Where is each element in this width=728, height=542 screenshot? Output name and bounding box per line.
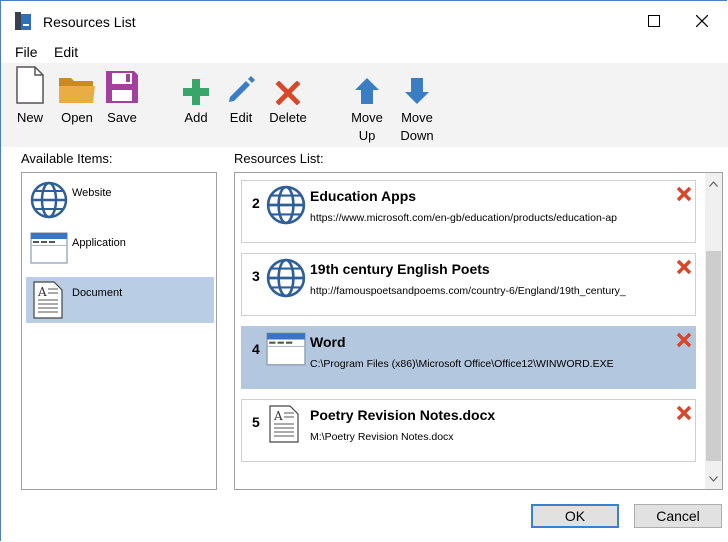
resource-item[interactable]: 3 19th century English Poets http://famo… [241, 253, 696, 316]
new-label: New [16, 110, 43, 125]
ok-button[interactable]: OK [531, 504, 619, 528]
maximize-button[interactable] [631, 1, 677, 41]
app-icon [15, 12, 31, 30]
pencil-icon [229, 76, 255, 102]
resource-number: 4 [252, 341, 260, 357]
resource-number: 5 [252, 414, 260, 430]
scrollbar-thumb[interactable] [706, 251, 721, 461]
menu-bar: File Edit [1, 41, 728, 63]
available-item-label: Document [72, 287, 123, 299]
toolbar: New Open Save Add Edit Delete Move Up Mo… [1, 63, 728, 147]
scroll-down-arrow[interactable] [705, 470, 722, 487]
resource-title: Poetry Revision Notes.docx [310, 407, 496, 423]
move-up-label-2: Up [358, 128, 376, 143]
move-up-button[interactable]: Move Up [347, 65, 387, 145]
new-file-icon [16, 66, 44, 104]
window-title: Resources List [43, 14, 136, 30]
globe-icon [266, 258, 306, 298]
resource-title: Education Apps [310, 188, 417, 204]
open-button[interactable]: Open [57, 65, 97, 127]
add-button[interactable]: Add [179, 65, 213, 127]
menu-file[interactable]: File [15, 44, 38, 60]
resource-path: C:\Program Files (x86)\Microsoft Office\… [310, 358, 614, 370]
save-label: Save [107, 110, 137, 125]
application-window-icon [266, 332, 306, 366]
available-item-label: Website [72, 187, 112, 199]
globe-icon [30, 181, 68, 219]
resource-item[interactable]: 2 Education Apps https://www.microsoft.c… [241, 180, 696, 243]
add-label: Add [184, 110, 208, 125]
vertical-scrollbar[interactable] [705, 173, 722, 489]
resource-title: Word [310, 334, 346, 350]
resources-list[interactable]: 2 Education Apps https://www.microsoft.c… [234, 172, 723, 490]
delete-x-icon[interactable] [675, 258, 693, 276]
arrow-down-icon [405, 78, 429, 104]
floppy-disk-icon [106, 71, 138, 103]
move-down-label-1: Move [401, 110, 433, 125]
close-button[interactable] [679, 1, 725, 41]
document-icon: A [269, 405, 299, 443]
save-button[interactable]: Save [102, 65, 142, 127]
available-item-application[interactable]: Application [26, 227, 214, 273]
menu-edit[interactable]: Edit [54, 44, 78, 60]
delete-x-icon[interactable] [675, 185, 693, 203]
move-down-button[interactable]: Move Down [396, 65, 438, 145]
edit-label: Edit [229, 110, 253, 125]
cancel-button[interactable]: Cancel [634, 504, 722, 528]
available-item-document[interactable]: A Document [26, 277, 214, 323]
globe-icon [266, 185, 306, 225]
available-items-list[interactable]: Website Application A Document [21, 172, 217, 490]
document-icon: A [33, 281, 63, 319]
svg-text:A: A [273, 409, 283, 423]
resource-path: M:\Poetry Revision Notes.docx [310, 431, 454, 443]
resource-path: https://www.microsoft.com/en-gb/educatio… [310, 212, 617, 224]
available-items-label: Available Items: [21, 151, 113, 166]
resource-path: http://famouspoetsandpoems.com/country-6… [310, 285, 626, 297]
delete-x-icon [276, 81, 300, 105]
plus-icon [183, 79, 209, 105]
application-window-icon [30, 232, 68, 264]
resource-item-selected[interactable]: 4 Word C:\Program Files (x86)\Microsoft … [241, 326, 696, 389]
move-down-label-2: Down [400, 128, 434, 143]
resource-number: 2 [252, 195, 260, 211]
scroll-up-arrow[interactable] [705, 175, 722, 192]
chevron-up-icon [709, 180, 718, 187]
resource-number: 3 [252, 268, 260, 284]
delete-button[interactable]: Delete [265, 65, 311, 127]
resource-item[interactable]: 5 A Poetry Revision Notes.docx M:\Poetry… [241, 399, 696, 462]
delete-label: Delete [269, 110, 307, 125]
move-up-label-1: Move [351, 110, 383, 125]
arrow-up-icon [355, 78, 379, 104]
delete-x-icon[interactable] [675, 331, 693, 349]
close-icon [696, 15, 708, 27]
chevron-down-icon [709, 475, 718, 482]
available-item-label: Application [72, 237, 126, 249]
new-button[interactable]: New [13, 65, 47, 127]
open-label: Open [61, 110, 93, 125]
folder-icon [59, 78, 95, 103]
resources-list-window: Resources List File Edit New Open Save A… [0, 0, 728, 541]
delete-x-icon[interactable] [675, 404, 693, 422]
available-item-website[interactable]: Website [26, 177, 214, 223]
svg-text:A: A [37, 285, 47, 299]
title-bar: Resources List [1, 1, 728, 41]
edit-button[interactable]: Edit [223, 65, 259, 127]
maximize-icon [648, 15, 660, 27]
resource-title: 19th century English Poets [310, 261, 490, 277]
resources-list-label: Resources List: [234, 151, 324, 166]
